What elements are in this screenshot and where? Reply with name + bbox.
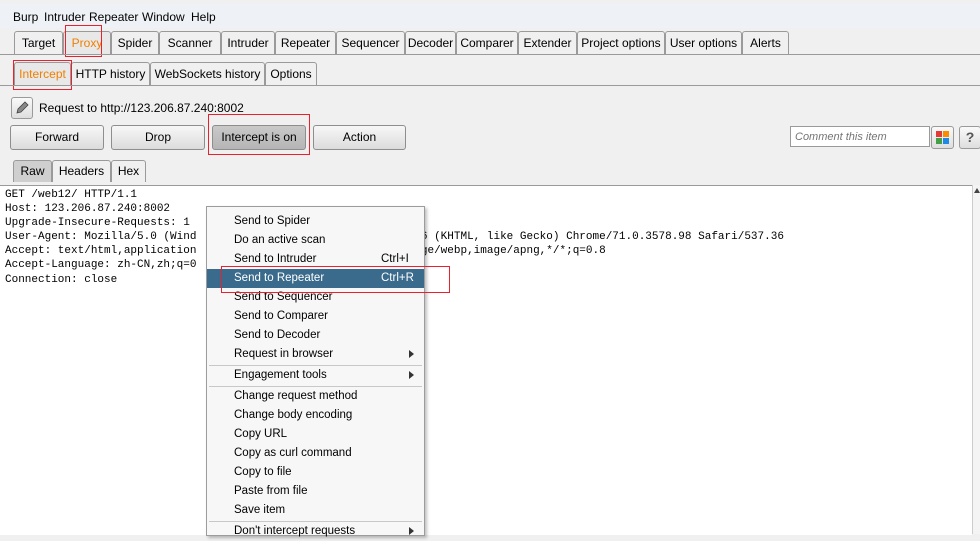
menu-item-change-request-method[interactable]: Change request method: [207, 387, 424, 406]
intercept-toggle-button[interactable]: Intercept is on: [212, 125, 306, 150]
tab-user-options[interactable]: User options: [665, 31, 742, 54]
menu-window[interactable]: Window: [142, 10, 185, 24]
menu-item-engagement-tools[interactable]: Engagement tools: [207, 366, 424, 385]
context-menu: Send to Spider Do an active scan Send to…: [206, 206, 425, 537]
menu-item-copy-to-file[interactable]: Copy to file: [207, 463, 424, 482]
menu-item-change-body-encoding[interactable]: Change body encoding: [207, 406, 424, 425]
menu-repeater[interactable]: Repeater: [89, 10, 138, 24]
tab-project-options[interactable]: Project options: [577, 31, 665, 54]
tab-raw[interactable]: Raw: [13, 160, 52, 182]
tab-hex[interactable]: Hex: [111, 160, 146, 182]
scroll-up-icon[interactable]: [974, 188, 980, 193]
menu-help[interactable]: Help: [191, 10, 216, 24]
tab-divider: [0, 54, 980, 55]
menu-item-send-to-spider[interactable]: Send to Spider: [207, 212, 424, 231]
action-button[interactable]: Action: [313, 125, 406, 150]
tab-intruder[interactable]: Intruder: [221, 31, 275, 54]
tab-scanner[interactable]: Scanner: [159, 31, 221, 54]
tab-websockets-history[interactable]: WebSockets history: [150, 62, 265, 85]
tab-comparer[interactable]: Comparer: [456, 31, 518, 54]
help-icon[interactable]: ?: [959, 126, 980, 149]
submenu-arrow-icon: [409, 350, 414, 358]
menu-item-send-to-sequencer[interactable]: Send to Sequencer: [207, 288, 424, 307]
tab-decoder[interactable]: Decoder: [405, 31, 456, 54]
menu-intruder[interactable]: Intruder: [44, 10, 85, 24]
menu-item-request-in-browser[interactable]: Request in browser: [207, 345, 424, 364]
tab-spider[interactable]: Spider: [111, 31, 159, 54]
request-editor[interactable]: GET /web12/ HTTP/1.1 Host: 123.206.87.240…: [0, 185, 972, 535]
tab-headers[interactable]: Headers: [52, 160, 111, 182]
subtab-divider: [0, 85, 980, 86]
comment-input[interactable]: [790, 126, 930, 147]
editor-scrollbar[interactable]: [972, 185, 980, 534]
submenu-arrow-icon: [409, 371, 414, 379]
shortcut-label: Ctrl+I: [381, 253, 409, 265]
drop-button[interactable]: Drop: [111, 125, 205, 150]
tab-intercept[interactable]: Intercept: [14, 62, 71, 85]
tab-alerts[interactable]: Alerts: [742, 31, 789, 54]
highlight-color-icon[interactable]: [931, 126, 954, 149]
forward-button[interactable]: Forward: [10, 125, 104, 150]
menu-item-active-scan[interactable]: Do an active scan: [207, 231, 424, 250]
menu-item-dont-intercept[interactable]: Don't intercept requests: [207, 522, 424, 541]
menu-bar: Burp Intruder Repeater Window Help: [0, 4, 980, 28]
menu-item-send-to-intruder[interactable]: Send to Intruder Ctrl+I: [207, 250, 424, 269]
tab-target[interactable]: Target: [14, 31, 63, 54]
menu-item-send-to-comparer[interactable]: Send to Comparer: [207, 307, 424, 326]
request-target-label: Request to http://123.206.87.240:8002: [39, 101, 244, 115]
tab-repeater[interactable]: Repeater: [275, 31, 336, 54]
tab-options[interactable]: Options: [265, 62, 317, 85]
tab-extender[interactable]: Extender: [518, 31, 577, 54]
request-line: GET /web12/ HTTP/1.1: [5, 189, 138, 201]
menu-item-paste-from-file[interactable]: Paste from file: [207, 482, 424, 501]
tab-sequencer[interactable]: Sequencer: [336, 31, 405, 54]
menu-item-copy-as-curl[interactable]: Copy as curl command: [207, 444, 424, 463]
menu-item-send-to-decoder[interactable]: Send to Decoder: [207, 326, 424, 345]
tab-proxy[interactable]: Proxy: [63, 31, 111, 54]
shortcut-label: Ctrl+R: [381, 272, 414, 284]
tab-http-history[interactable]: HTTP history: [71, 62, 150, 85]
menu-item-copy-url[interactable]: Copy URL: [207, 425, 424, 444]
menu-item-save-item[interactable]: Save item: [207, 501, 424, 520]
pencil-icon[interactable]: [11, 97, 33, 119]
menu-burp[interactable]: Burp: [13, 10, 38, 24]
menu-item-send-to-repeater[interactable]: Send to Repeater Ctrl+R: [207, 269, 424, 288]
